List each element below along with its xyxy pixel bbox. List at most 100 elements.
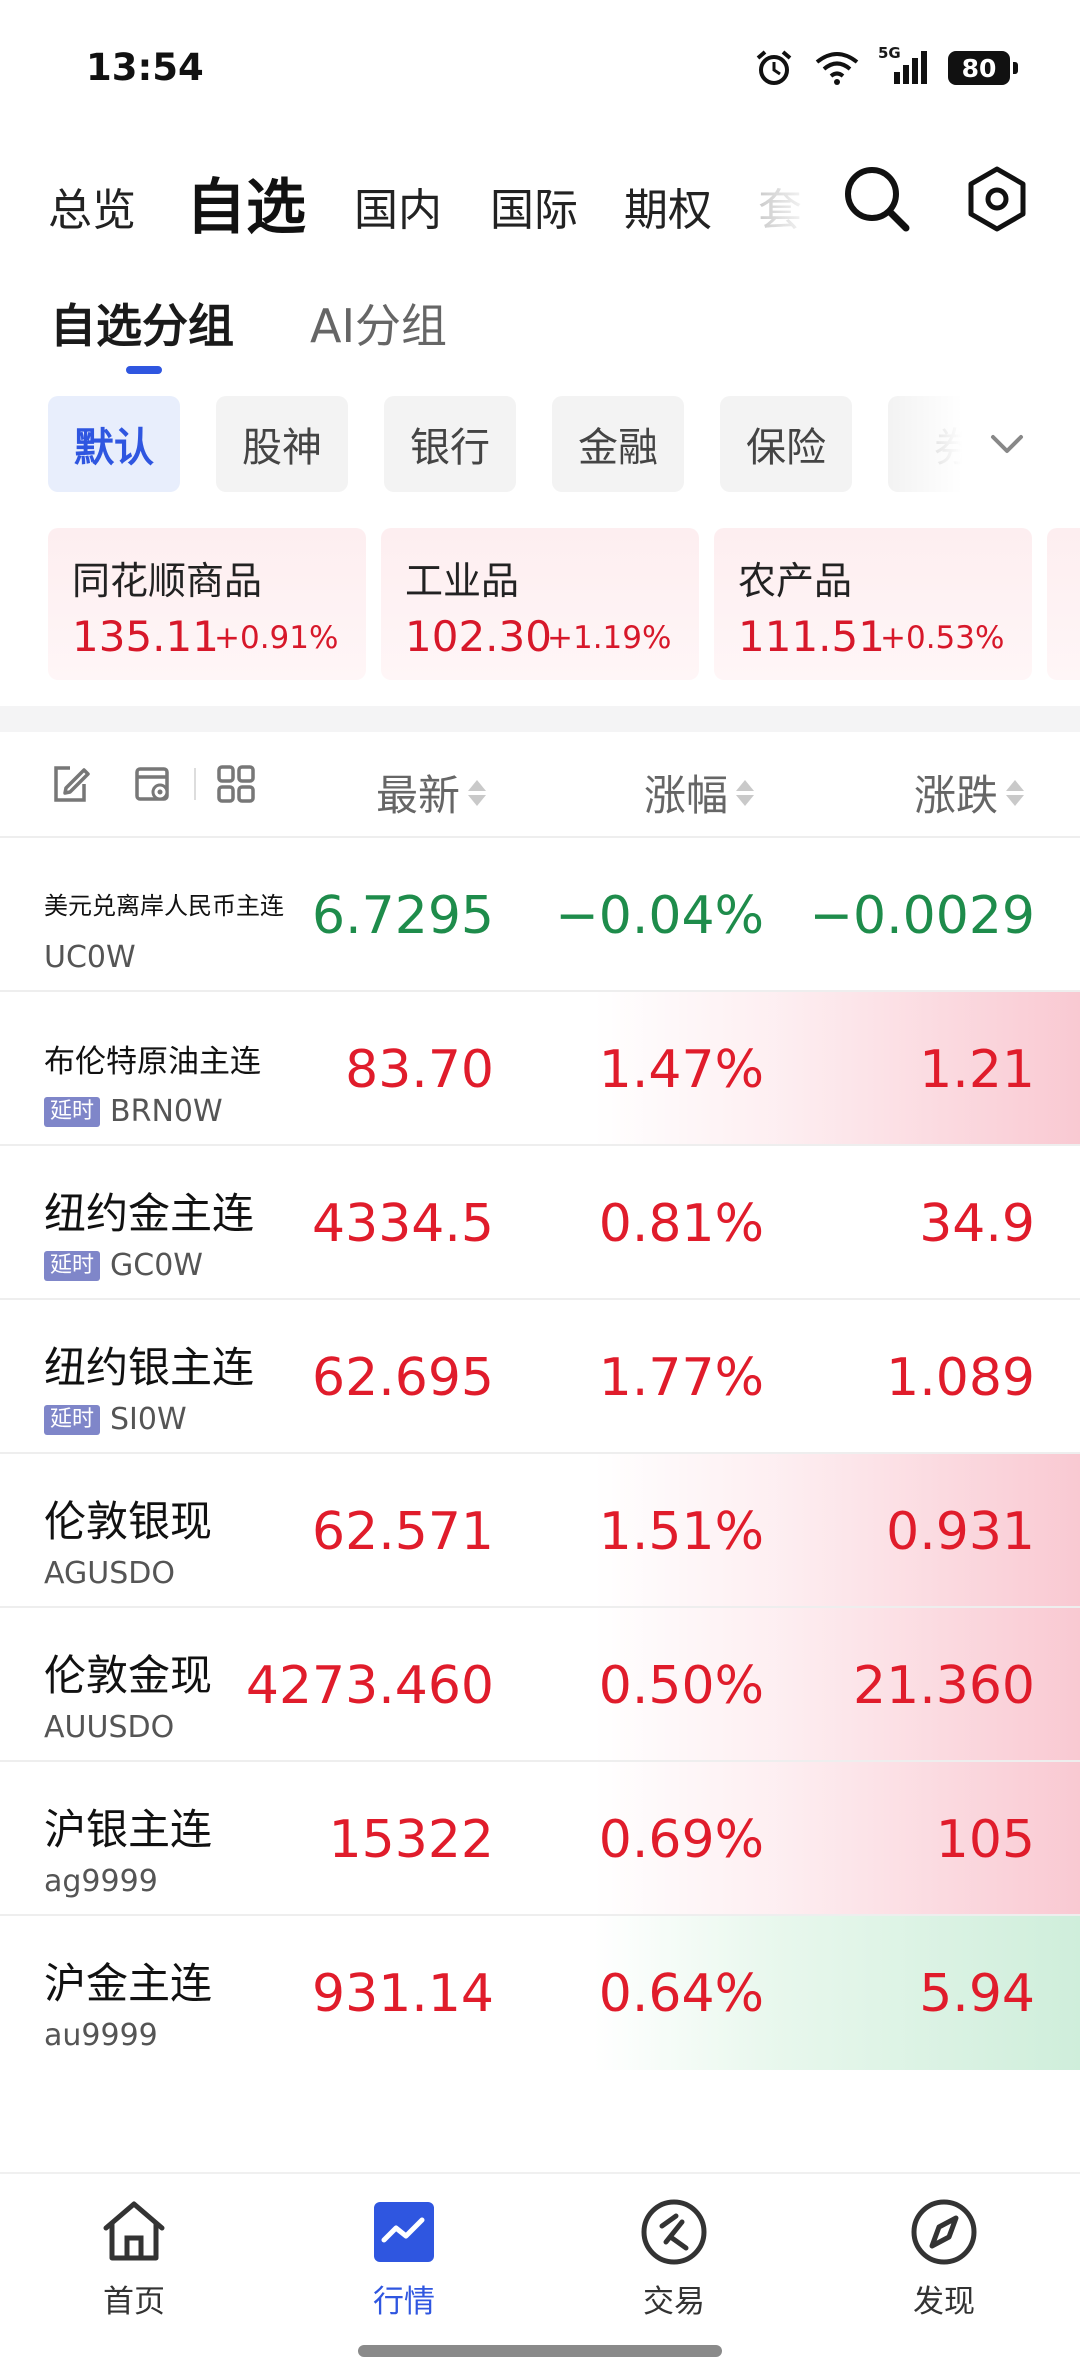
delayed-badge: 延时 [44, 1250, 101, 1281]
sort-arrows-icon [468, 779, 487, 806]
signal-icon: 5G [878, 44, 928, 86]
instrument-code: GC0W [110, 1248, 203, 1283]
pct-change: 1.51% [598, 1502, 764, 1562]
price-change: −0.0029 [809, 886, 1035, 946]
table-row[interactable]: 沪金主连 au9999 931.14 0.64% 5.94 [0, 1916, 1080, 2070]
tab-options[interactable]: 期权 [624, 174, 712, 238]
instrument-code: ag9999 [44, 1864, 158, 1899]
chip-finance[interactable]: 金融 [552, 396, 684, 492]
sort-latest[interactable]: 最新 [376, 762, 487, 823]
index-cards: 同花顺商品 135.11 +0.91% 工业品 102.30 +1.19% 农产… [0, 528, 1080, 680]
bottom-nav: 首页 行情 交易 发现 [0, 2172, 1080, 2373]
quote-list: 美元兑离岸人民币主连 UC0W 6.7295 −0.04% −0.0029 布伦… [0, 838, 1080, 2070]
table-row[interactable]: 伦敦银现 AGUSDO 62.571 1.51% 0.931 [0, 1454, 1080, 1608]
battery-indicator: 80 [948, 51, 1018, 85]
search-icon[interactable] [842, 164, 912, 234]
active-tab-indicator [126, 366, 162, 374]
chip-default[interactable]: 默认 [48, 396, 180, 492]
latest-price: 4334.5 [312, 1194, 494, 1254]
tab-ai-groups[interactable]: AI分组 [310, 290, 447, 356]
chevron-down-icon[interactable] [985, 422, 1029, 466]
alarm-icon [756, 50, 792, 85]
table-row[interactable]: 沪银主连 ag9999 15322 0.69% 105 [0, 1762, 1080, 1916]
app-screen: 13:54 5G 80 总览 自选 国内 国际 期权 自选分组 AI分组 默认 … [0, 0, 1080, 2373]
instrument-code: AUUSDO [44, 1710, 175, 1745]
instrument-code: SI0W [110, 1402, 187, 1437]
nav-trade-label: 交易 [643, 2284, 705, 2320]
index-card[interactable]: 农产品 111.51 +0.53% [714, 528, 1032, 680]
nav-trade[interactable]: 交易 [594, 2194, 754, 2321]
instrument-name: 纽约银主连 [44, 1343, 255, 1392]
manage-group-icon[interactable] [132, 762, 176, 806]
tab-overview[interactable]: 总览 [48, 174, 136, 238]
settings-icon[interactable] [962, 164, 1032, 234]
delayed-badge: 延时 [44, 1096, 101, 1127]
group-tabs: 自选分组 AI分组 [0, 290, 1080, 380]
chip-stock-god[interactable]: 股神 [216, 396, 348, 492]
column-change: 涨跌 [914, 771, 999, 820]
nav-home[interactable]: 首页 [54, 2194, 214, 2321]
index-card-partial[interactable] [1047, 528, 1080, 680]
market-chart-icon [374, 2202, 434, 2262]
table-row[interactable]: 纽约金主连 延时 GC0W 4334.5 0.81% 34.9 [0, 1146, 1080, 1300]
index-value: 102.30 [405, 612, 552, 661]
instrument-code: UC0W [44, 940, 136, 975]
table-row[interactable]: 伦敦金现 AUUSDO 4273.460 0.50% 21.360 [0, 1608, 1080, 1762]
status-time: 13:54 [86, 46, 204, 89]
edit-icon[interactable] [48, 762, 92, 806]
price-change: 21.360 [853, 1656, 1035, 1716]
column-pct: 涨幅 [644, 771, 729, 820]
price-change: 34.9 [919, 1194, 1035, 1254]
pct-change: 1.77% [598, 1348, 764, 1408]
index-change: +1.19% [547, 620, 672, 656]
nav-home-label: 首页 [103, 2284, 165, 2320]
pct-change: 1.47% [598, 1040, 764, 1100]
pct-change: 0.50% [598, 1656, 764, 1716]
nav-discover-label: 发现 [913, 2284, 975, 2320]
chip-bank[interactable]: 银行 [384, 396, 516, 492]
pct-change: −0.04% [555, 886, 764, 946]
tab-watchlist[interactable]: 自选 [186, 159, 306, 246]
tabs-fade-overlay [740, 150, 830, 260]
tab-watchlist-groups[interactable]: 自选分组 [50, 290, 234, 356]
instrument-name: 沪银主连 [44, 1805, 213, 1854]
grid-view-icon[interactable] [214, 762, 258, 806]
index-card[interactable]: 工业品 102.30 +1.19% [381, 528, 699, 680]
compass-icon [911, 2199, 977, 2265]
pct-change: 0.64% [598, 1964, 764, 2024]
home-icon [103, 2201, 165, 2261]
tab-domestic[interactable]: 国内 [354, 174, 442, 238]
wifi-icon [815, 52, 859, 85]
nav-market[interactable]: 行情 [324, 2194, 484, 2321]
status-icons: 5G 80 [754, 44, 1018, 88]
tab-international[interactable]: 国际 [490, 174, 578, 238]
latest-price: 62.571 [312, 1502, 494, 1562]
price-change: 105 [935, 1810, 1035, 1870]
index-change: +0.91% [214, 620, 339, 656]
index-name: 农产品 [738, 559, 853, 603]
price-change: 1.21 [919, 1040, 1035, 1100]
instrument-name: 伦敦银现 [44, 1497, 213, 1546]
latest-price: 4273.460 [245, 1656, 494, 1716]
instrument-code: au9999 [44, 2018, 158, 2053]
nav-discover[interactable]: 发现 [864, 2194, 1024, 2321]
status-bar: 13:54 5G 80 [0, 0, 1080, 140]
market-top-tabs: 总览 自选 国内 国际 期权 套 [0, 150, 1080, 260]
sort-change[interactable]: 涨跌 [914, 762, 1025, 823]
instrument-name: 伦敦金现 [44, 1651, 213, 1700]
sort-arrows-icon [736, 779, 755, 806]
group-chips: 默认 股神 银行 金融 保险 券 [0, 396, 1080, 492]
section-divider [0, 706, 1080, 732]
home-indicator[interactable] [358, 2345, 722, 2357]
index-name: 工业品 [405, 559, 520, 603]
table-row[interactable]: 纽约银主连 延时 SI0W 62.695 1.77% 1.089 [0, 1300, 1080, 1454]
instrument-name: 布伦特原油主连 [44, 1044, 261, 1080]
index-card[interactable]: 同花顺商品 135.11 +0.91% [48, 528, 366, 680]
table-row[interactable]: 布伦特原油主连 延时 BRN0W 83.70 1.47% 1.21 [0, 992, 1080, 1146]
sort-pct[interactable]: 涨幅 [644, 762, 755, 823]
instrument-name: 纽约金主连 [44, 1189, 255, 1238]
chip-insurance[interactable]: 保险 [720, 396, 852, 492]
price-change: 5.94 [919, 1964, 1035, 2024]
table-row[interactable]: 美元兑离岸人民币主连 UC0W 6.7295 −0.04% −0.0029 [0, 838, 1080, 992]
latest-price: 6.7295 [312, 886, 494, 946]
